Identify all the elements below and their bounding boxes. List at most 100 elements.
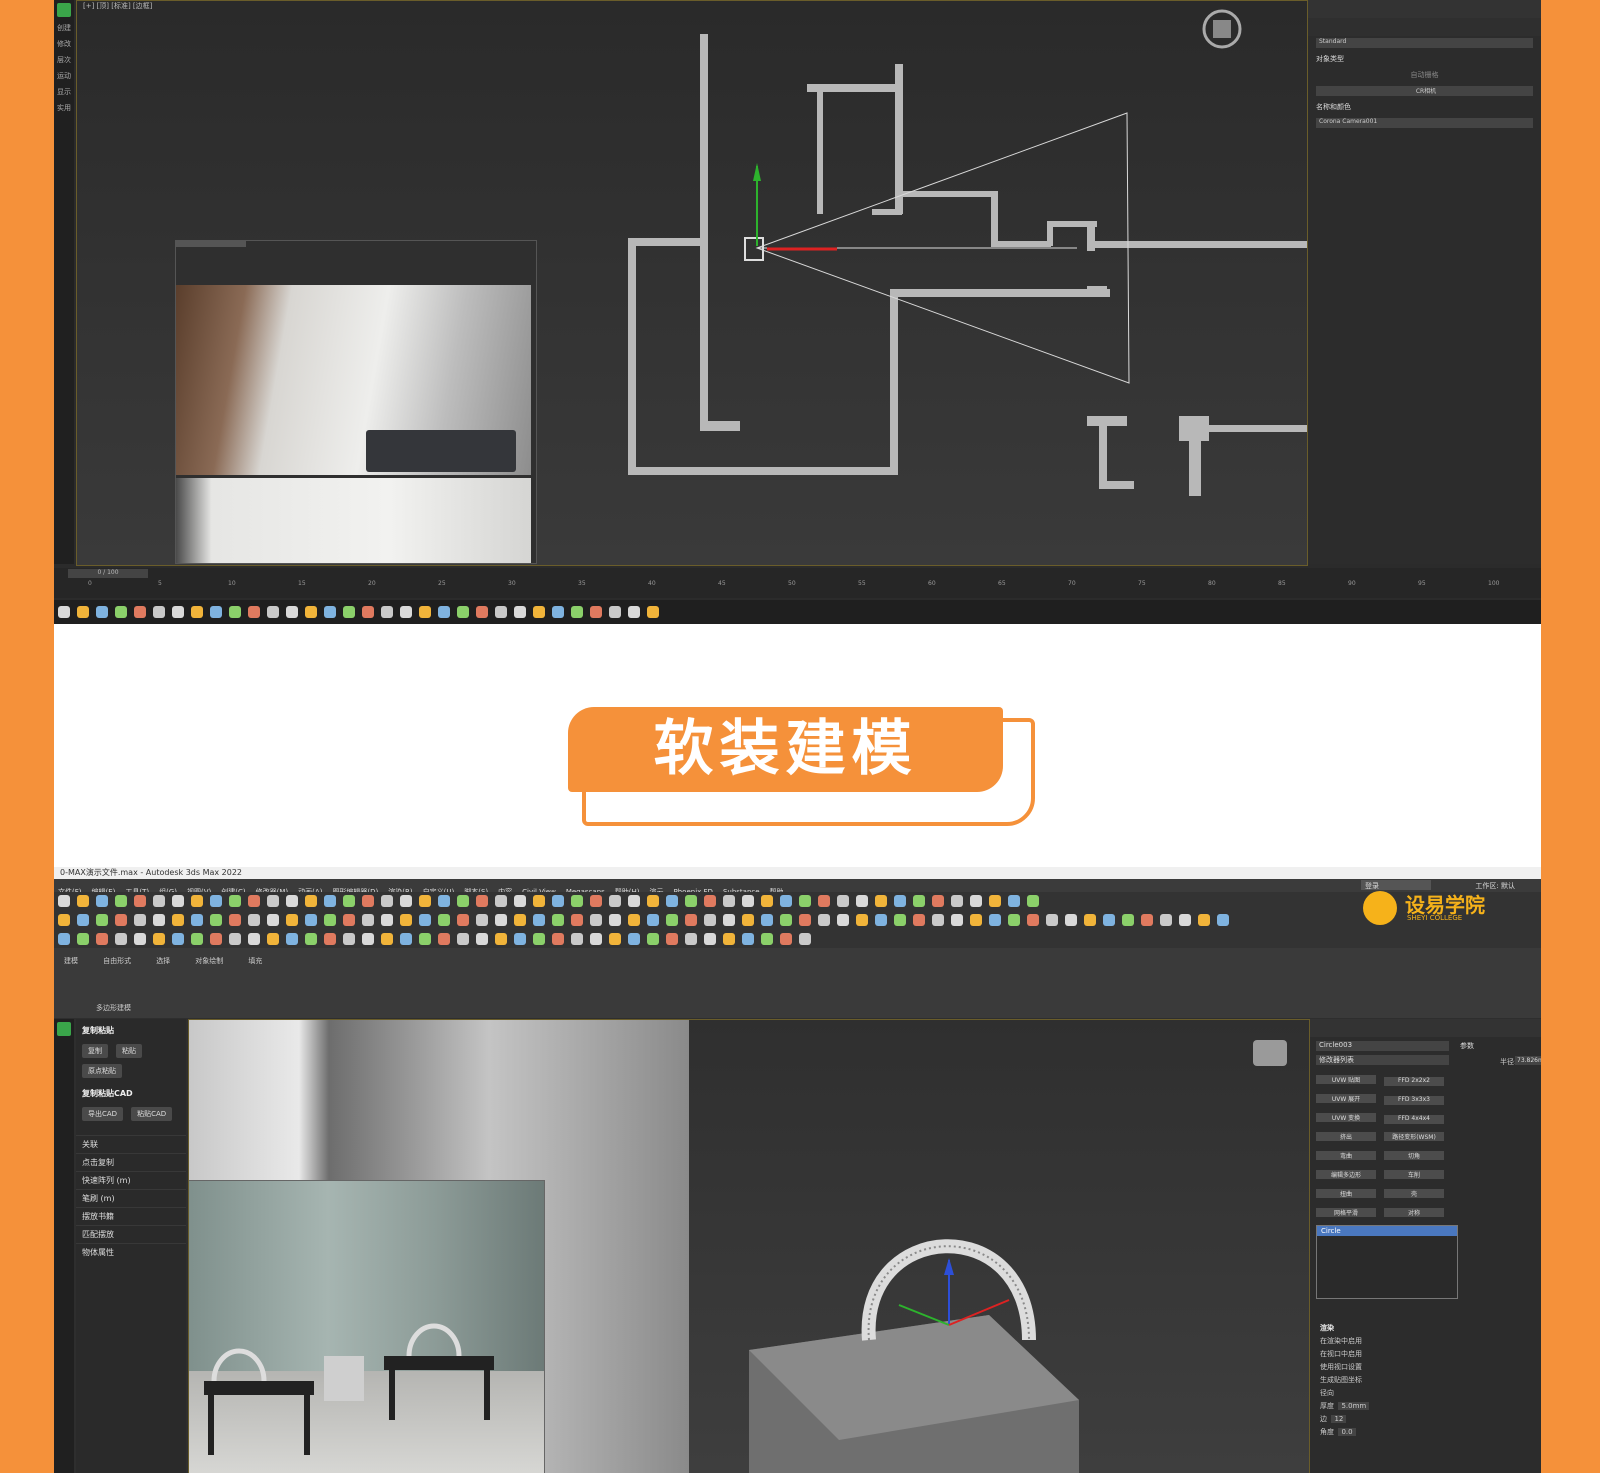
toolbar-tool-icon[interactable]: [248, 606, 260, 618]
toolbar-tool-icon[interactable]: [438, 606, 450, 618]
toolbar-tool-icon[interactable]: [305, 914, 317, 926]
toolbar-tool-icon[interactable]: [153, 933, 165, 945]
modifier-list-dropdown[interactable]: 修改器列表: [1316, 1055, 1449, 1065]
toolbar-tool-icon[interactable]: [77, 933, 89, 945]
toolbar-tool-icon[interactable]: [761, 914, 773, 926]
toolbar-tool-icon[interactable]: [780, 895, 792, 907]
toolbar-tool-icon[interactable]: [96, 895, 108, 907]
toolbar-tool-icon[interactable]: [286, 914, 298, 926]
toolbar-tool-icon[interactable]: [723, 895, 735, 907]
ribbon-tab[interactable]: 填充: [248, 956, 262, 966]
toolbar-tool-icon[interactable]: [381, 933, 393, 945]
toolbar-tool-icon[interactable]: [191, 895, 203, 907]
toolbar-tool-icon[interactable]: [704, 895, 716, 907]
stack-item-circle[interactable]: Circle: [1317, 1226, 1457, 1236]
toolbar-tool-icon[interactable]: [590, 914, 602, 926]
toolbar-tool-icon[interactable]: [305, 606, 317, 618]
toolbar-tool-icon[interactable]: [628, 914, 640, 926]
toolbar-tool-icon[interactable]: [647, 914, 659, 926]
toolbar-tool-icon[interactable]: [932, 914, 944, 926]
toolbar-tool-icon[interactable]: [989, 914, 1001, 926]
toolbar-tool-icon[interactable]: [96, 933, 108, 945]
toolbar-tool-icon[interactable]: [799, 914, 811, 926]
toolbar-tool-icon[interactable]: [153, 914, 165, 926]
toolbar-tool-icon[interactable]: [514, 895, 526, 907]
toolbar-tool-icon[interactable]: [970, 895, 982, 907]
render-option[interactable]: 在视口中启用: [1320, 1349, 1531, 1359]
modifier-button[interactable]: 车削: [1384, 1170, 1444, 1179]
toolbar-tool-icon[interactable]: [970, 914, 982, 926]
modifier-button[interactable]: 扭曲: [1316, 1189, 1376, 1198]
toolbar-tool-icon[interactable]: [229, 914, 241, 926]
toolbar-tool-icon[interactable]: [590, 606, 602, 618]
panel-item-brush[interactable]: 笔刷 (m): [76, 1189, 186, 1207]
toolbar-tool-icon[interactable]: [1046, 914, 1058, 926]
toolbar-tool-icon[interactable]: [229, 933, 241, 945]
toolbar-tool-icon[interactable]: [1027, 895, 1039, 907]
toolbar-tool-icon[interactable]: [894, 914, 906, 926]
left-bar-item[interactable]: 创建: [54, 23, 74, 33]
toolbar-tool-icon[interactable]: [571, 895, 583, 907]
toolbar-tool-icon[interactable]: [761, 895, 773, 907]
toolbar-tool-icon[interactable]: [172, 606, 184, 618]
toolbar-tool-icon[interactable]: [438, 933, 450, 945]
toolbar-tool-icon[interactable]: [419, 895, 431, 907]
toolbar-tool-icon[interactable]: [552, 895, 564, 907]
toolbar-tool-icon[interactable]: [780, 914, 792, 926]
toolbar-tool-icon[interactable]: [476, 933, 488, 945]
toolbar-tool-icon[interactable]: [267, 933, 279, 945]
render-option[interactable]: 使用视口设置: [1320, 1362, 1531, 1372]
toolbar-tool-icon[interactable]: [286, 895, 298, 907]
toolbar-tool-icon[interactable]: [742, 914, 754, 926]
toolbar-tool-icon[interactable]: [229, 895, 241, 907]
toolbar-tool-icon[interactable]: [951, 914, 963, 926]
toolbar-tool-icon[interactable]: [571, 914, 583, 926]
toolbar-tool-icon[interactable]: [742, 895, 754, 907]
radial-option[interactable]: 径向: [1320, 1388, 1531, 1398]
modifier-button[interactable]: 网格平滑: [1316, 1208, 1376, 1217]
panel-item-click-copy[interactable]: 点击复制: [76, 1153, 186, 1171]
toolbar-tool-icon[interactable]: [153, 606, 165, 618]
toolbar-tool-icon[interactable]: [286, 606, 298, 618]
toolbar-tool-icon[interactable]: [248, 933, 260, 945]
toolbar-tool-icon[interactable]: [400, 914, 412, 926]
toolbar-tool-icon[interactable]: [628, 933, 640, 945]
toolbar-tool-icon[interactable]: [951, 895, 963, 907]
toolbar-tool-icon[interactable]: [96, 914, 108, 926]
panel-item-quick-array[interactable]: 快速阵列 (m): [76, 1171, 186, 1189]
modifier-button[interactable]: UVW 贴图: [1316, 1075, 1376, 1084]
toolbar-tool-icon[interactable]: [419, 606, 431, 618]
toolbar-tool-icon[interactable]: [457, 606, 469, 618]
toolbar-tool-icon[interactable]: [647, 933, 659, 945]
toolbar-tool-icon[interactable]: [267, 606, 279, 618]
toolbar-tool-icon[interactable]: [381, 895, 393, 907]
toolbar-tool-icon[interactable]: [628, 606, 640, 618]
toolbar-tool-icon[interactable]: [685, 933, 697, 945]
toolbar-tool-icon[interactable]: [647, 606, 659, 618]
timeline[interactable]: 0 / 100 0 5 10 15 20 25 30 35 40 45 50 55 60 65 70 75 80…: [54, 568, 1541, 598]
radius-value[interactable]: 73.826mm: [1515, 1056, 1541, 1065]
toolbar-tool-icon[interactable]: [172, 895, 184, 907]
toolbar-tool-icon[interactable]: [457, 914, 469, 926]
time-slider[interactable]: 0 / 100: [68, 569, 148, 578]
toolbar-tool-icon[interactable]: [134, 914, 146, 926]
ribbon-tab[interactable]: 选择: [156, 956, 170, 966]
toolbar-tool-icon[interactable]: [685, 914, 697, 926]
toolbar-tool-icon[interactable]: [457, 933, 469, 945]
left-bar-item[interactable]: 运动: [54, 71, 74, 81]
toolbar-tool-icon[interactable]: [875, 895, 887, 907]
toolbar-tool-icon[interactable]: [533, 933, 545, 945]
toolbar-tool-icon[interactable]: [552, 933, 564, 945]
toolbar-tool-icon[interactable]: [818, 895, 830, 907]
toolbar-tool-icon[interactable]: [666, 933, 678, 945]
toolbar-tool-icon[interactable]: [248, 895, 260, 907]
toolbar-tool-icon[interactable]: [932, 895, 944, 907]
toolbar-tool-icon[interactable]: [1198, 914, 1210, 926]
export-cad-button[interactable]: 导出CAD: [82, 1107, 124, 1121]
toolbar-tool-icon[interactable]: [799, 933, 811, 945]
ribbon-tab[interactable]: 自由形式: [103, 956, 131, 966]
render-option[interactable]: 在渲染中启用: [1320, 1336, 1531, 1346]
toolbar-tool-icon[interactable]: [77, 606, 89, 618]
toolbar-tool-icon[interactable]: [723, 914, 735, 926]
toolbar-tool-icon[interactable]: [723, 933, 735, 945]
